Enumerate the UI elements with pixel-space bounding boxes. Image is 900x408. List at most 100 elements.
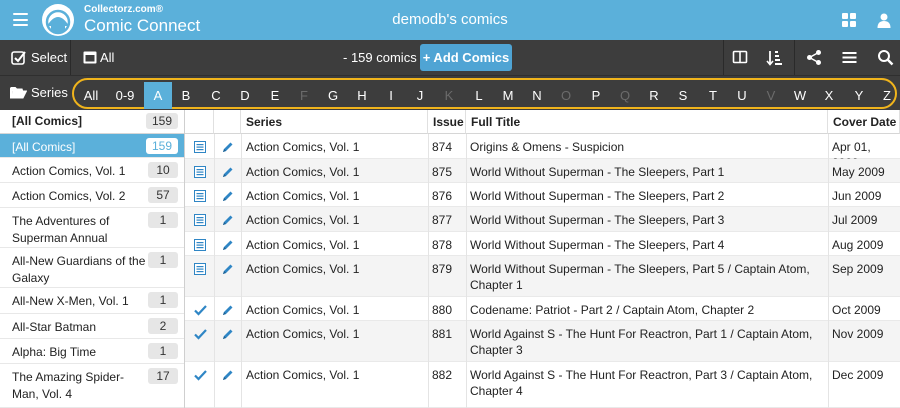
pencil-edit-icon[interactable] xyxy=(222,369,234,381)
full-title-cell: World Without Superman - The Sleepers, P… xyxy=(470,262,810,292)
table-row[interactable]: Action Comics, Vol. 1 874 Origins & Omens … xyxy=(185,134,900,170)
letter-filter-u[interactable]: U xyxy=(729,82,755,109)
pencil-edit-icon[interactable] xyxy=(222,190,234,202)
series-count-badge: 17 xyxy=(148,368,178,384)
letter-filter-s[interactable]: S xyxy=(670,82,696,109)
table-row[interactable]: Action Comics, Vol. 1 882 World Against S … xyxy=(185,362,900,408)
letter-filter-j[interactable]: J xyxy=(407,82,433,109)
letter-filter-p[interactable]: P xyxy=(583,82,609,109)
apps-grid-icon[interactable] xyxy=(842,13,857,28)
pencil-edit-icon[interactable] xyxy=(222,239,234,251)
list-icon[interactable] xyxy=(194,263,206,275)
series-count-badge: 1 xyxy=(148,252,178,268)
column-header-issue[interactable]: Issue xyxy=(428,110,466,134)
letter-filter-v: V xyxy=(766,88,776,103)
letter-filter-w[interactable]: W xyxy=(787,82,813,109)
letter-filter-z[interactable]: Z xyxy=(874,82,900,109)
letter-filter-y[interactable]: Y xyxy=(846,82,872,109)
series-list-item[interactable]: All-New Guardians of the Galaxy 1 xyxy=(0,248,184,288)
series-list-item[interactable]: Action Comics, Vol. 1 10 xyxy=(0,158,184,183)
series-list-item[interactable]: Alpha: Big Time 1 xyxy=(0,339,184,364)
series-cell: Action Comics, Vol. 1 xyxy=(246,165,360,179)
letter-filter-c[interactable]: C xyxy=(203,82,229,109)
pencil-edit-icon[interactable] xyxy=(222,141,234,153)
share-icon[interactable] xyxy=(806,49,823,66)
letter-filter-k: K xyxy=(444,88,454,103)
issue-cell: 881 xyxy=(432,327,453,341)
letter-filter-l[interactable]: L xyxy=(466,82,492,109)
pencil-edit-icon[interactable] xyxy=(222,328,234,340)
add-comics-button[interactable]: + Add Comics xyxy=(420,44,512,71)
series-name: Alpha: Big Time xyxy=(12,345,97,359)
search-icon[interactable] xyxy=(877,49,894,66)
pencil-edit-icon[interactable] xyxy=(222,166,234,178)
checkmark-icon[interactable] xyxy=(194,304,207,316)
user-icon[interactable] xyxy=(876,12,892,28)
column-header-series[interactable]: Series xyxy=(241,110,428,134)
pencil-edit-icon[interactable] xyxy=(222,214,234,226)
issue-cell: 877 xyxy=(432,213,453,227)
letter-filter-h[interactable]: H xyxy=(349,82,375,109)
series-panel-header[interactable]: [All Comics] 159 xyxy=(0,110,184,134)
table-row[interactable]: Action Comics, Vol. 1 875 World Without Su… xyxy=(185,159,900,183)
list-icon[interactable] xyxy=(194,190,206,202)
table-row[interactable]: Action Comics, Vol. 1 879 World Without Su… xyxy=(185,256,900,297)
letter-filter-d[interactable]: D xyxy=(232,82,258,109)
series-cell: Action Comics, Vol. 1 xyxy=(246,327,360,341)
series-list-item[interactable]: The Adventures of Superman Annual 1 xyxy=(0,208,184,248)
series-label: Series xyxy=(31,85,68,100)
view-all-label: All xyxy=(100,50,115,65)
full-title-cell: World Against S - The Hunt For Reactron,… xyxy=(470,327,813,357)
series-list-item[interactable]: All-Star Batman 2 xyxy=(0,314,184,339)
series-list-item[interactable]: All-New X-Men, Vol. 1 1 xyxy=(0,288,184,314)
hamburger-menu-icon[interactable] xyxy=(13,13,28,26)
checkmark-icon[interactable] xyxy=(194,328,207,340)
table-row[interactable]: Action Comics, Vol. 1 877 World Without Su… xyxy=(185,207,900,232)
column-header-full-title[interactable]: Full Title xyxy=(466,110,828,134)
letter-filter-i[interactable]: I xyxy=(378,82,404,109)
letter-filter-n[interactable]: N xyxy=(524,82,550,109)
checkmark-icon[interactable] xyxy=(194,369,207,381)
issue-cell: 876 xyxy=(432,189,453,203)
series-list-item[interactable]: The Amazing Spider-Man, Vol. 4 17 xyxy=(0,364,184,408)
layout-icon[interactable] xyxy=(732,49,749,66)
letter-filter-g[interactable]: G xyxy=(320,82,346,109)
letter-filter-r[interactable]: R xyxy=(641,82,667,109)
letter-filter-x[interactable]: X xyxy=(816,82,842,109)
menu-icon[interactable] xyxy=(841,49,858,66)
letter-filter-0-9[interactable]: 0-9 xyxy=(112,82,138,109)
table-row[interactable]: Action Comics, Vol. 1 876 World Without Su… xyxy=(185,183,900,207)
pencil-edit-icon[interactable] xyxy=(222,304,234,316)
list-icon[interactable] xyxy=(194,214,206,226)
table-row[interactable]: Action Comics, Vol. 1 878 World Without Su… xyxy=(185,232,900,256)
letter-filter-m[interactable]: M xyxy=(495,82,521,109)
sort-icon[interactable] xyxy=(766,49,783,66)
comic-count: - 159 comics - xyxy=(343,50,425,65)
series-list-item[interactable]: Action Comics, Vol. 2 57 xyxy=(0,183,184,208)
select-button[interactable]: Select xyxy=(11,40,67,75)
series-letter-bar: Series All 0-9 A B C D E F G H I J K L M N O P Q R S T U V W X Y Z xyxy=(0,75,900,110)
series-list-item[interactable]: [All Comics] 159 xyxy=(0,134,184,158)
series-cell: Action Comics, Vol. 1 xyxy=(246,238,360,252)
series-name: The Adventures of Superman Annual xyxy=(12,214,110,245)
series-toggle-button[interactable]: Series xyxy=(10,76,68,109)
column-divider xyxy=(428,134,429,408)
pencil-edit-icon[interactable] xyxy=(222,263,234,275)
letter-filter-all[interactable]: All xyxy=(78,82,104,109)
table-row[interactable]: Action Comics, Vol. 1 881 World Against S … xyxy=(185,321,900,362)
app-logo xyxy=(42,4,74,36)
letter-filter-t[interactable]: T xyxy=(700,82,726,109)
list-icon[interactable] xyxy=(194,166,206,178)
table-row[interactable]: Action Comics, Vol. 1 880 Codename: Patrio… xyxy=(185,297,900,321)
window-icon xyxy=(83,51,97,64)
list-icon[interactable] xyxy=(194,141,206,153)
cover-date-cell: Jun 2009 xyxy=(832,189,882,203)
letter-filter-b[interactable]: B xyxy=(173,82,199,109)
column-header-cover-date[interactable]: Cover Date xyxy=(828,110,900,134)
status-column-header xyxy=(185,110,214,134)
list-icon[interactable] xyxy=(194,239,206,251)
letter-filter-a[interactable]: A xyxy=(144,82,172,109)
view-all-button[interactable]: All xyxy=(83,40,114,75)
full-title-cell: World Without Superman - The Sleepers, P… xyxy=(470,213,725,227)
letter-filter-e[interactable]: E xyxy=(262,82,288,109)
